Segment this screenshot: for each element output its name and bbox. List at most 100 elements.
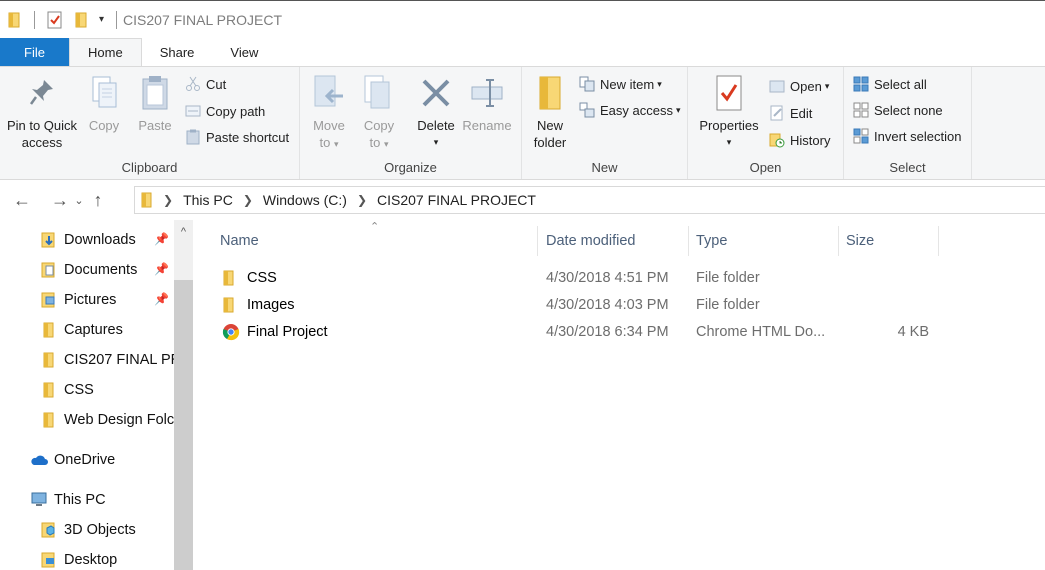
invert-selection-button[interactable]: Invert selection bbox=[852, 125, 961, 147]
breadcrumb-windows-c[interactable]: Windows (C:) bbox=[263, 192, 347, 208]
up-button[interactable]: ↑ bbox=[86, 185, 110, 215]
copy-button[interactable]: Copy bbox=[84, 73, 124, 134]
dropdown-arrow-icon: ▾ bbox=[824, 80, 830, 91]
paste-shortcut-icon bbox=[184, 128, 202, 146]
recent-locations-dropdown[interactable]: ⌄ bbox=[72, 185, 86, 215]
file-name: Final Project bbox=[247, 324, 328, 340]
file-row[interactable]: Images 4/30/2018 4:03 PM File folder bbox=[193, 292, 1045, 318]
back-button[interactable]: ← bbox=[10, 185, 34, 215]
sidebar-item-web-design-folder[interactable]: Web Design Folc bbox=[40, 405, 174, 435]
scrollbar-thumb[interactable] bbox=[174, 280, 193, 570]
pin-icon bbox=[24, 73, 60, 113]
sidebar-item-3d-objects[interactable]: 3D Objects bbox=[40, 515, 136, 545]
file-name: CSS bbox=[247, 270, 277, 286]
copy-to-button[interactable]: Copy to ▾ bbox=[360, 73, 398, 153]
easy-access-button[interactable]: Easy access ▾ bbox=[578, 99, 681, 121]
select-group: Select all Select none Invert selection … bbox=[844, 67, 972, 179]
move-to-button[interactable]: Move to ▾ bbox=[310, 73, 348, 153]
cut-button[interactable]: Cut bbox=[184, 73, 226, 95]
copy-icon bbox=[86, 73, 122, 113]
file-row[interactable]: Final Project 4/30/2018 6:34 PM Chrome H… bbox=[193, 319, 1045, 345]
properties-quick-icon[interactable] bbox=[47, 9, 63, 31]
history-button[interactable]: History bbox=[768, 129, 830, 151]
folder-icon bbox=[8, 9, 22, 31]
address-path-box[interactable]: ❯ This PC ❯ Windows (C:) ❯ CIS207 FINAL … bbox=[134, 186, 1045, 214]
folder-icon bbox=[40, 412, 58, 428]
edit-button[interactable]: Edit bbox=[768, 102, 812, 124]
sidebar-item-desktop[interactable]: Desktop bbox=[40, 545, 117, 570]
copy-label: Copy bbox=[88, 118, 120, 133]
column-divider[interactable] bbox=[938, 226, 939, 256]
desktop-folder-icon bbox=[40, 552, 58, 568]
open-group: Properties ▾ Open ▾ Edit History Open bbox=[688, 67, 844, 179]
column-header-date-modified[interactable]: Date modified bbox=[546, 226, 635, 256]
tab-share[interactable]: Share bbox=[142, 38, 213, 66]
column-divider[interactable] bbox=[838, 226, 839, 256]
column-header-name[interactable]: Name bbox=[220, 226, 259, 256]
sidebar-item-cis207-final-project[interactable]: CIS207 FINAL PR bbox=[40, 345, 181, 375]
history-icon bbox=[768, 131, 786, 149]
folder-icon bbox=[223, 265, 235, 291]
sidebar-item-captures[interactable]: Captures bbox=[40, 315, 123, 345]
sidebar-item-label: Desktop bbox=[64, 552, 118, 568]
ribbon: Pin to Quick access Copy Paste Cut Copy … bbox=[0, 66, 1045, 180]
forward-button[interactable]: → bbox=[48, 185, 72, 215]
dropdown-arrow-icon: ▾ bbox=[657, 78, 662, 89]
properties-button[interactable]: Properties ▾ bbox=[696, 73, 762, 151]
copy-to-icon bbox=[361, 73, 397, 113]
sidebar-item-pictures[interactable]: Pictures bbox=[40, 285, 116, 315]
paste-shortcut-button[interactable]: Paste shortcut bbox=[184, 126, 289, 148]
new-folder-button[interactable]: New folder bbox=[530, 73, 570, 151]
file-date-modified: 4/30/2018 4:03 PM bbox=[546, 297, 669, 313]
copy-path-button[interactable]: Copy path bbox=[184, 100, 265, 122]
pin-icon[interactable]: 📌 bbox=[154, 292, 169, 306]
history-label: History bbox=[790, 132, 831, 148]
column-divider[interactable] bbox=[537, 226, 538, 256]
folder-icon bbox=[223, 292, 235, 318]
column-header-size[interactable]: Size bbox=[846, 226, 874, 256]
sidebar-item-this-pc[interactable]: This PC bbox=[30, 485, 106, 515]
sidebar-item-downloads[interactable]: Downloads bbox=[40, 225, 136, 255]
sidebar-item-label: Pictures bbox=[64, 292, 117, 308]
breadcrumb-chevron-icon[interactable]: ❯ bbox=[163, 193, 173, 207]
onedrive-icon bbox=[30, 452, 48, 468]
organize-group: Move to ▾ Copy to ▾ Delete ▾ Rename Orga… bbox=[300, 67, 522, 179]
tab-file[interactable]: File bbox=[0, 38, 69, 66]
move-to-label: Move to ▾ bbox=[310, 117, 348, 153]
select-all-button[interactable]: Select all bbox=[852, 73, 927, 95]
pin-to-quick-access-button[interactable]: Pin to Quick access bbox=[4, 73, 80, 151]
breadcrumb-chevron-icon[interactable]: ❯ bbox=[357, 193, 367, 207]
breadcrumb-current-folder[interactable]: CIS207 FINAL PROJECT bbox=[377, 192, 536, 208]
title-bar: ▾ CIS207 FINAL PROJECT bbox=[0, 0, 1045, 38]
open-icon bbox=[768, 77, 786, 95]
new-folder-quick-icon[interactable] bbox=[75, 9, 89, 31]
pin-icon[interactable]: 📌 bbox=[154, 232, 169, 246]
rename-button[interactable]: Rename bbox=[462, 73, 512, 134]
tab-view[interactable]: View bbox=[212, 38, 276, 66]
select-none-label: Select none bbox=[874, 102, 943, 118]
delete-button[interactable]: Delete ▾ bbox=[414, 73, 458, 151]
sidebar-item-documents[interactable]: Documents bbox=[40, 255, 137, 285]
new-item-button[interactable]: New item ▾ bbox=[578, 73, 662, 95]
select-none-button[interactable]: Select none bbox=[852, 99, 943, 121]
column-divider[interactable] bbox=[688, 226, 689, 256]
sidebar-item-onedrive[interactable]: OneDrive bbox=[30, 445, 115, 475]
navigation-pane-scrollbar[interactable]: ^ bbox=[174, 220, 193, 570]
folder-icon bbox=[141, 192, 153, 208]
file-date-modified: 4/30/2018 6:34 PM bbox=[546, 324, 669, 340]
tab-home[interactable]: Home bbox=[69, 38, 142, 67]
breadcrumb-this-pc[interactable]: This PC bbox=[183, 192, 233, 208]
sidebar-item-label: Web Design Folc bbox=[64, 412, 175, 428]
customize-toolbar-dropdown-icon[interactable]: ▾ bbox=[99, 9, 104, 31]
file-type: File folder bbox=[696, 270, 760, 286]
divider bbox=[34, 10, 35, 29]
breadcrumb-chevron-icon[interactable]: ❯ bbox=[243, 193, 253, 207]
paste-button[interactable]: Paste bbox=[133, 73, 177, 134]
open-button[interactable]: Open ▾ bbox=[768, 75, 829, 97]
scroll-up-arrow-icon[interactable]: ^ bbox=[174, 220, 193, 244]
file-row[interactable]: CSS 4/30/2018 4:51 PM File folder bbox=[193, 265, 1045, 291]
pin-icon[interactable]: 📌 bbox=[154, 262, 169, 276]
column-header-type[interactable]: Type bbox=[696, 226, 727, 256]
sidebar-item-css[interactable]: CSS bbox=[40, 375, 94, 405]
scissors-icon bbox=[184, 75, 202, 93]
